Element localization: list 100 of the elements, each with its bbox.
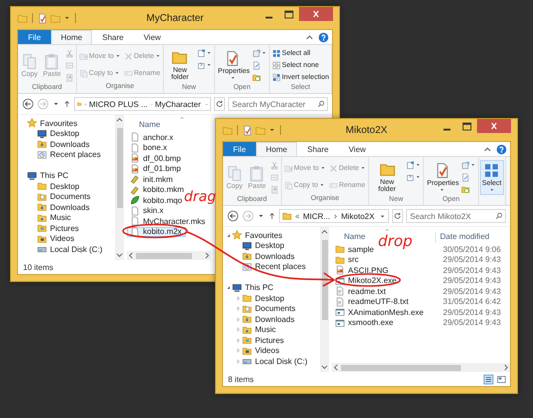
document-icon: [270, 184, 279, 194]
nav-item[interactable]: Downloads: [242, 314, 297, 324]
refresh-button[interactable]: [214, 97, 225, 111]
nav-item[interactable]: Desktop: [37, 128, 82, 139]
nav-item[interactable]: Desktop: [242, 240, 286, 251]
nav-item[interactable]: Recent places: [242, 262, 308, 272]
date-modified: 30/05/2014 9:06: [443, 244, 502, 254]
properties-icon[interactable]: [242, 124, 253, 136]
document-icon: [64, 60, 74, 70]
window-title: Mikoto2X: [346, 124, 388, 136]
refresh-button[interactable]: [392, 209, 403, 223]
up-arrow-icon[interactable]: [63, 100, 71, 108]
nav-item[interactable]: Favourites: [232, 230, 284, 240]
file-row[interactable]: readme.txt 29/05/2014 9:43: [332, 286, 510, 296]
nav-item[interactable]: Pictures: [242, 335, 286, 346]
caret-icon[interactable]: [63, 14, 71, 22]
help-icon[interactable]: [318, 32, 329, 42]
file-row[interactable]: df_00.bmp: [127, 153, 185, 164]
folder-icon: [171, 49, 188, 66]
ribbon-icon-button[interactable]: [250, 48, 268, 58]
ribbon-icon-button[interactable]: [196, 60, 213, 70]
nav-item[interactable]: Desktop: [242, 293, 286, 304]
file-row[interactable]: xsmooth.exe 29/05/2014 9:43: [332, 318, 510, 328]
nav-item[interactable]: Videos: [242, 346, 282, 356]
properties-icon[interactable]: [37, 12, 48, 24]
breadcrumb[interactable]: MyCharacter: [154, 100, 201, 108]
nav-item[interactable]: Documents: [242, 304, 298, 314]
file-row[interactable]: bone.x: [127, 142, 172, 153]
nav-item[interactable]: Desktop: [37, 181, 82, 192]
address-bar[interactable]: MICRO PLUS ... MyCharacter: [74, 97, 211, 111]
nav-item[interactable]: Downloads: [242, 251, 297, 262]
folder-icon: [37, 223, 47, 234]
ribbon-tab[interactable]: Share: [297, 142, 339, 156]
nav-item[interactable]: This PC: [27, 170, 70, 181]
file-icon: [130, 226, 140, 237]
nav-item[interactable]: Downloads: [37, 139, 92, 150]
grid-icon: [272, 60, 281, 70]
address-bar[interactable]: MICR... Mikoto2X: [279, 209, 389, 223]
column-header[interactable]: Date modified: [436, 232, 490, 243]
search-field[interactable]: Search Mikoto2X: [406, 209, 506, 223]
help-icon[interactable]: [496, 144, 507, 154]
nav-item[interactable]: Downloads: [37, 202, 92, 212]
file-row[interactable]: XAnimationMesh.exe 29/05/2014 9:43: [332, 307, 510, 318]
rename-icon: [328, 180, 338, 190]
nav-item[interactable]: Music: [37, 212, 73, 223]
file-icon: [130, 206, 140, 216]
file-row[interactable]: Mikoto2X.exe 29/05/2014 9:43: [332, 276, 510, 286]
scrollbar[interactable]: [127, 251, 211, 260]
scrollbar[interactable]: [115, 115, 124, 260]
caret-icon[interactable]: [268, 126, 276, 134]
file-row[interactable]: MyCharacter.mks: [127, 216, 210, 226]
scrollbar[interactable]: [320, 227, 329, 372]
nav-item[interactable]: This PC: [232, 282, 276, 293]
ribbon-tab[interactable]: View: [134, 30, 171, 44]
file-row[interactable]: src 29/05/2014 9:43: [332, 254, 510, 265]
nav-item[interactable]: Pictures: [37, 223, 81, 234]
large-icons-view-button[interactable]: [496, 374, 507, 384]
file-row[interactable]: init.mkm: [127, 174, 177, 184]
file-row[interactable]: skin.x: [127, 206, 168, 216]
ribbon-tab[interactable]: File: [18, 30, 51, 44]
nav-item[interactable]: Favourites: [27, 118, 80, 128]
nav-item[interactable]: Music: [242, 324, 278, 335]
clipboard-icon: [43, 52, 60, 70]
ribbon-tab[interactable]: View: [338, 142, 376, 156]
recent-locations-caret-icon[interactable]: [52, 100, 60, 108]
up-arrow-icon[interactable]: [268, 212, 276, 220]
column-header[interactable]: Name: [127, 120, 207, 131]
details-view-button[interactable]: [483, 374, 494, 384]
file-row[interactable]: anchor.x: [127, 132, 178, 142]
breadcrumb[interactable]: MICR...: [303, 212, 330, 220]
copy-icon: [226, 164, 243, 182]
nav-item[interactable]: Recent places: [37, 150, 103, 160]
caret-icon[interactable]: [379, 212, 386, 220]
file-row[interactable]: df_01.bmp: [127, 164, 185, 174]
file-row[interactable]: readmeUTF-8.txt 31/05/2014 6:42: [332, 296, 510, 307]
ribbon-tab[interactable]: Home: [256, 142, 298, 156]
chevron-icon[interactable]: [332, 212, 340, 220]
ribbon-tab[interactable]: Share: [92, 30, 134, 44]
file-row[interactable]: ASCII.PNG 29/05/2014 9:43: [332, 265, 510, 276]
expand-arrow-icon[interactable]: [225, 284, 232, 292]
folder-icon: [252, 72, 261, 82]
close-button[interactable]: [299, 7, 333, 21]
ribbon-icon-button[interactable]: [196, 48, 213, 58]
nav-item[interactable]: Local Disk (C:): [242, 356, 310, 366]
double-chevron-icon[interactable]: [294, 212, 301, 220]
nav-item[interactable]: Local Disk (C:): [37, 244, 104, 254]
back-button[interactable]: [227, 210, 239, 222]
nav-item[interactable]: Videos: [37, 234, 76, 244]
expand-arrow-icon[interactable]: [225, 232, 232, 239]
search-field[interactable]: Search MyCharacter: [228, 97, 328, 111]
breadcrumb[interactable]: Mikoto2X: [341, 212, 374, 220]
breadcrumb[interactable]: MICRO PLUS ...: [88, 100, 148, 108]
close-button[interactable]: [477, 119, 511, 133]
folder-icon: [282, 211, 292, 221]
recent-locations-caret-icon[interactable]: [257, 212, 265, 220]
scrollbar[interactable]: [332, 363, 510, 372]
back-button[interactable]: [22, 98, 34, 110]
ribbon-tab[interactable]: Home: [50, 30, 92, 44]
nav-item[interactable]: Documents: [37, 192, 92, 202]
ribbon-tab[interactable]: File: [223, 142, 256, 156]
